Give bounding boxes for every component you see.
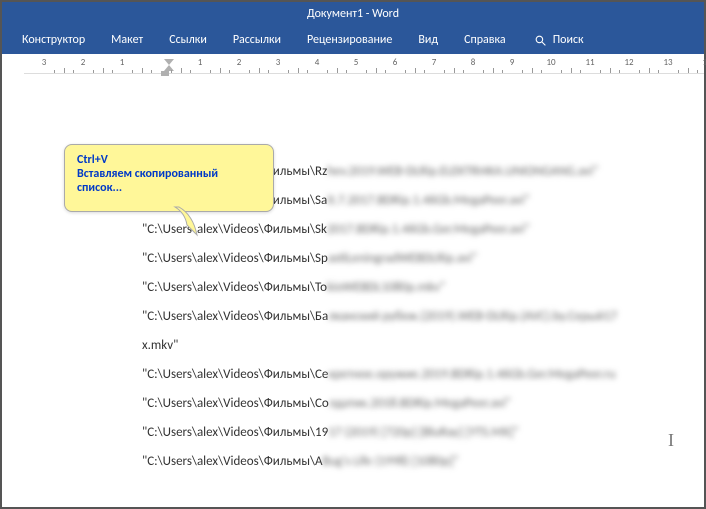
line-blurred-text: kioWEBDL1080p.mkv" xyxy=(327,280,445,295)
ruler-number: 7 xyxy=(432,57,437,73)
ruler-number: 14 xyxy=(702,57,706,73)
ruler-number: 11 xyxy=(585,57,594,73)
line-blurred-text: hev.2019.WEB-DLRip.ELEKTRI4KA.UNIONGANG.… xyxy=(327,164,598,179)
line-blurred-text: 17 (2019) [720p] [BluRay] [YTS.MX]" xyxy=(328,425,518,440)
tab-review[interactable]: Рецензирование xyxy=(295,26,404,54)
line-blurred-text: it.7.2017.BDRip.1.46Gb.MegaPeer.avi" xyxy=(327,193,529,208)
document-line[interactable]: "C:\Users\alex\Videos\Фильмы\Солдатик.20… xyxy=(142,396,684,411)
line-blurred-text: лдатик.2018.BDRip.MegaPeer.avi" xyxy=(329,396,511,411)
ruler-number: 2 xyxy=(237,57,242,73)
ruler-number: 10 xyxy=(546,57,555,73)
tab-view[interactable]: Вид xyxy=(406,26,450,54)
ruler-number: 12 xyxy=(624,57,633,73)
title-bar: Документ1 - Word xyxy=(2,2,704,26)
callout-line2: Вставляем скопированный xyxy=(77,167,261,181)
horizontal-ruler[interactable]: 3211234567891011121314 xyxy=(24,54,704,74)
document-line[interactable]: "C:\Users\alex\Videos\Фильмы\Секретное.о… xyxy=(142,367,684,382)
ruler-number: 8 xyxy=(471,57,476,73)
tab-constructor[interactable]: Конструктор xyxy=(10,26,97,54)
text-cursor-icon: I xyxy=(668,430,674,451)
document-line[interactable]: "C:\Users\alex\Videos\Фильмы\SpastiLenin… xyxy=(142,251,684,266)
ruler-number: 5 xyxy=(354,57,359,73)
document-page[interactable]: "C:\Users\alex\Videos\Фильмы\Rzhev.2019.… xyxy=(22,84,684,469)
line-clear-text: "C:\Users\alex\Videos\Фильмы\19 xyxy=(142,425,328,440)
ruler-number: 9 xyxy=(510,57,515,73)
ruler-number: 3 xyxy=(276,57,281,73)
callout-line1: Ctrl+V xyxy=(77,153,261,167)
tab-references[interactable]: Ссылки xyxy=(157,26,219,54)
line-blurred-text: лканский рубеж.(2019).WEB-DLRip.(AVC).by… xyxy=(328,309,617,324)
line-clear-text: "C:\Users\alex\Videos\Фильмы\A xyxy=(142,454,323,469)
search-label: Поиск xyxy=(553,33,584,47)
document-line[interactable]: "C:\Users\alex\Videos\Фильмы\Sk2017.BDRi… xyxy=(142,222,684,237)
document-line[interactable]: "C:\Users\alex\Videos\Фильмы\1917 (2019)… xyxy=(142,425,684,440)
line-clear-text: "C:\Users\alex\Videos\Фильмы\Со xyxy=(142,396,329,411)
document-line[interactable]: "C:\Users\alex\Videos\Фильмы\TokioWEBDL1… xyxy=(142,280,684,295)
line-clear-text: x.mkv" xyxy=(142,338,178,353)
tab-layout[interactable]: Макет xyxy=(99,26,155,54)
ruler-number: 2 xyxy=(81,57,86,73)
ruler-number: 6 xyxy=(393,57,398,73)
search-box[interactable]: Поиск xyxy=(520,26,584,54)
ruler-number: 1 xyxy=(120,57,125,73)
search-icon xyxy=(534,34,547,47)
ruler-number: 3 xyxy=(42,57,47,73)
line-blurred-text: astiLeningradWEBDLRip.avi" xyxy=(328,251,477,266)
line-blurred-text: кретное.оружие.2019.BDRip.1.46Gb.Ger.Meg… xyxy=(328,367,615,382)
line-clear-text: "C:\Users\alex\Videos\Фильмы\Се xyxy=(142,367,328,382)
callout-tail-icon xyxy=(175,207,203,237)
callout-tooltip: Ctrl+V Вставляем скопированный список... xyxy=(64,144,274,212)
line-clear-text: "C:\Users\alex\Videos\Фильмы\Sp xyxy=(142,251,328,266)
line-blurred-text: 2017.BDRip.1.46Gb.Ger.MegaPeer.avi" xyxy=(327,222,530,237)
ruler-number: 13 xyxy=(663,57,672,73)
line-blurred-text: Bug's Life (1998) [1080p]" xyxy=(323,454,459,469)
line-clear-text: "C:\Users\alex\Videos\Фильмы\Sk xyxy=(142,222,327,237)
line-clear-text: "C:\Users\alex\Videos\Фильмы\To xyxy=(142,280,327,295)
ruler-number: 4 xyxy=(315,57,320,73)
editor-area: 3211234567891011121314 Ctrl+V Вставляем … xyxy=(2,54,704,507)
tab-help[interactable]: Справка xyxy=(452,26,518,54)
callout-line3: список... xyxy=(77,181,261,195)
document-line[interactable]: x.mkv" xyxy=(142,338,684,353)
line-clear-text: "C:\Users\alex\Videos\Фильмы\Ба xyxy=(142,309,328,324)
document-line[interactable]: "C:\Users\alex\Videos\Фильмы\Балканский … xyxy=(142,309,684,324)
tab-mailings[interactable]: Рассылки xyxy=(221,26,293,54)
ruler-number: 1 xyxy=(198,57,203,73)
window-title: Документ1 - Word xyxy=(307,7,399,21)
document-line[interactable]: "C:\Users\alex\Videos\Фильмы\A Bug's Lif… xyxy=(142,454,684,469)
ribbon-tabs: Конструктор Макет Ссылки Рассылки Реценз… xyxy=(2,26,704,54)
